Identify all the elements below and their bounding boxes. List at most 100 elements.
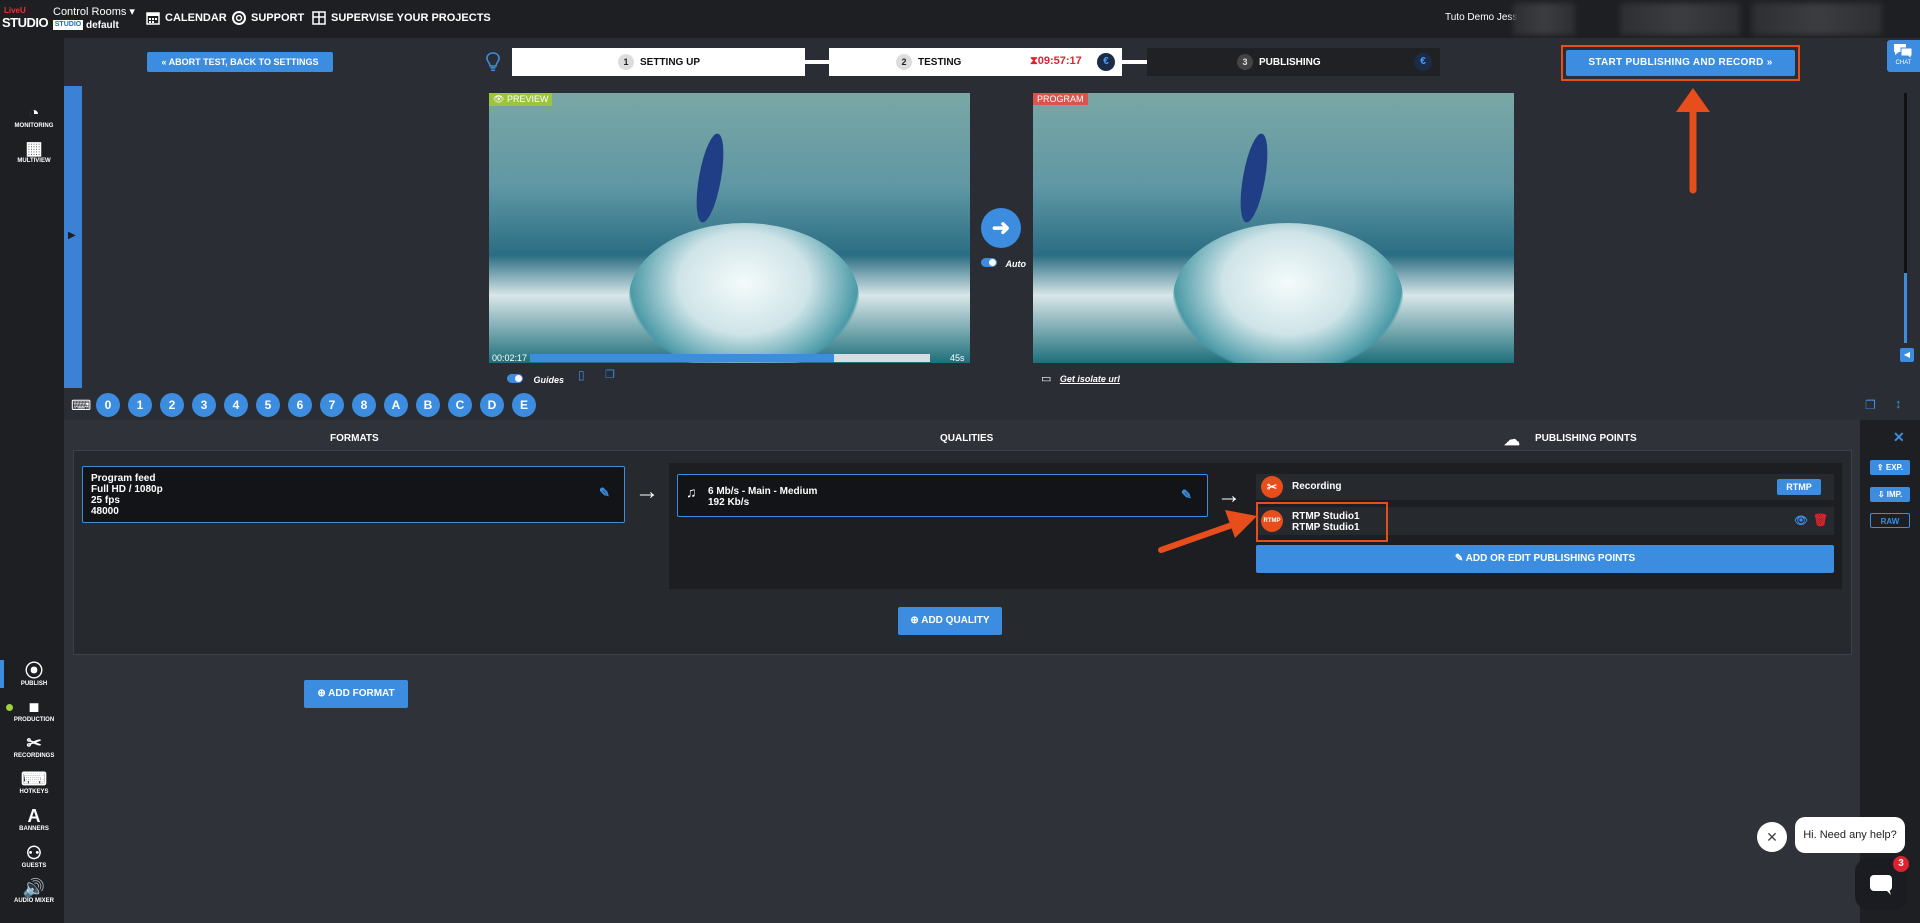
hotkey-button[interactable]: 6 bbox=[288, 393, 312, 417]
toggle-switch[interactable] bbox=[507, 374, 523, 384]
annotation-arrow-up bbox=[1676, 88, 1710, 194]
arrow-right-icon: → bbox=[635, 478, 659, 505]
sidebar-item-recordings[interactable]: ✂ RECORDINGS bbox=[8, 733, 60, 759]
sidebar-item-guests[interactable]: ⚇ GUESTS bbox=[8, 843, 60, 869]
hotkey-button[interactable]: E bbox=[512, 393, 536, 417]
euro-icon[interactable]: € bbox=[1097, 53, 1115, 71]
hotkey-button[interactable]: 2 bbox=[160, 393, 184, 417]
nav-supervise[interactable]: SUPERVISE YOUR PROJECTS bbox=[312, 11, 491, 25]
edit-pencil-icon[interactable]: ✎ bbox=[1181, 488, 1192, 501]
format-card[interactable]: Program feed Full HD / 1080p 25 fps 4800… bbox=[82, 466, 625, 523]
hotkey-button[interactable]: 3 bbox=[192, 393, 216, 417]
preview-video[interactable]: 👁 PREVIEW bbox=[489, 93, 970, 363]
program-tag: PROGRAM bbox=[1033, 93, 1088, 105]
step-connector bbox=[1122, 60, 1147, 64]
format-audio-rate: 48000 bbox=[91, 506, 119, 517]
toggle-switch[interactable] bbox=[981, 258, 997, 268]
hotkey-button[interactable]: 8 bbox=[352, 393, 376, 417]
copy-icon[interactable]: ❐ bbox=[605, 368, 615, 381]
test-timer: ⧗09:57:17 bbox=[1030, 55, 1082, 67]
chat-side-label: CHAT bbox=[1895, 60, 1912, 66]
hotkey-button[interactable]: 0 bbox=[96, 393, 120, 417]
add-edit-publishing-points-button[interactable]: ✎ ADD OR EDIT PUBLISHING POINTS bbox=[1256, 545, 1834, 573]
blurred-area bbox=[1620, 3, 1740, 35]
sidebar-label: MONITORING bbox=[14, 123, 54, 129]
sidebar-item-audio-mixer[interactable]: 🔊 AUDIO MIXER bbox=[8, 878, 60, 904]
sidebar-label: GUESTS bbox=[21, 863, 47, 869]
guides-toggle[interactable]: Guides bbox=[507, 370, 564, 388]
add-format-button[interactable]: ⊕ ADD FORMAT bbox=[304, 680, 408, 708]
sidebar-label: AUDIO MIXER bbox=[13, 898, 54, 904]
step-publishing[interactable]: 3 PUBLISHING bbox=[1147, 48, 1440, 76]
chat-icon bbox=[1894, 44, 1913, 60]
preview-progress[interactable]: 00:02:17 45s bbox=[490, 352, 970, 363]
keyboard-icon[interactable]: ⌨ bbox=[71, 397, 91, 414]
hotkey-button[interactable]: C bbox=[448, 393, 472, 417]
grid-layout-icon bbox=[312, 11, 326, 25]
hotkey-button[interactable]: D bbox=[480, 393, 504, 417]
transition-arrow-button[interactable]: ➜ bbox=[981, 208, 1021, 248]
preview-time-start: 00:02:17 bbox=[492, 353, 528, 363]
sidebar-item-production[interactable]: ■ PRODUCTION bbox=[8, 697, 60, 723]
video-frame-surfer bbox=[691, 131, 729, 225]
sidebar-item-hotkeys[interactable]: ⌨ HOTKEYS bbox=[8, 769, 60, 795]
export-button[interactable]: ⇪ EXP. bbox=[1870, 460, 1910, 475]
progress-track[interactable] bbox=[530, 354, 930, 362]
cloud-upload-icon: ☁ bbox=[1504, 432, 1520, 449]
program-video[interactable]: PROGRAM bbox=[1033, 93, 1514, 363]
import-button[interactable]: ⇩ IMP. bbox=[1870, 487, 1910, 502]
calendar-icon bbox=[146, 12, 160, 25]
hotkey-button[interactable]: A bbox=[384, 393, 408, 417]
room-name-label: default bbox=[86, 20, 119, 31]
hotkey-button[interactable]: B bbox=[416, 393, 440, 417]
auto-toggle[interactable]: Auto bbox=[981, 254, 1026, 272]
nav-supervise-label: SUPERVISE YOUR PROJECTS bbox=[331, 12, 491, 24]
add-quality-button[interactable]: ⊕ ADD QUALITY bbox=[898, 607, 1002, 635]
formats-title: FORMATS bbox=[330, 433, 379, 444]
close-icon[interactable]: ✕ bbox=[1893, 429, 1905, 446]
app-logo[interactable]: LiveU STUDIO bbox=[2, 6, 49, 32]
publishing-point-recording[interactable]: ✂ Recording RTMP bbox=[1256, 474, 1834, 500]
close-chat-prompt-icon[interactable]: ✕ bbox=[1757, 822, 1787, 852]
hotkey-button[interactable]: 5 bbox=[256, 393, 280, 417]
start-publishing-record-button[interactable]: START PUBLISHING AND RECORD » bbox=[1566, 50, 1795, 76]
step-2-number: 2 bbox=[896, 54, 912, 70]
hotkey-button[interactable]: 1 bbox=[128, 393, 152, 417]
nav-support[interactable]: SUPPORT bbox=[232, 11, 304, 25]
start-button-label: START PUBLISHING AND RECORD bbox=[1588, 57, 1764, 68]
sidebar-item-multiview[interactable]: ▦ MULTIVIEW bbox=[8, 138, 60, 164]
resize-vertical-icon[interactable]: ↕ bbox=[1895, 396, 1902, 411]
nav-calendar[interactable]: CALENDAR bbox=[146, 11, 227, 25]
expand-arrow-icon[interactable]: ▶ bbox=[68, 230, 76, 241]
raw-button[interactable]: RAW bbox=[1870, 513, 1910, 528]
nav-calendar-label: CALENDAR bbox=[165, 12, 227, 24]
hotkey-button[interactable]: 7 bbox=[320, 393, 344, 417]
sidebar-item-publish[interactable]: ⦿ PUBLISH bbox=[8, 661, 60, 687]
sidebar-item-banners[interactable]: A BANNERS bbox=[8, 806, 60, 832]
help-bubble[interactable]: Hi. Need any help? bbox=[1795, 817, 1905, 853]
edit-pencil-icon[interactable]: ✎ bbox=[599, 486, 610, 499]
speaker-icon: 🔊 bbox=[22, 878, 46, 898]
quality-card[interactable]: ♫ 6 Mb/s - Main - Medium 192 Kb/s ✎ bbox=[677, 474, 1208, 517]
isolate-url-label: Get isolate url bbox=[1059, 374, 1120, 384]
lightbulb-icon[interactable] bbox=[485, 52, 501, 72]
control-rooms-dropdown[interactable]: Control Rooms ▾ bbox=[53, 5, 135, 18]
mobile-icon[interactable]: ▯ bbox=[578, 368, 585, 382]
guides-label: Guides bbox=[533, 375, 564, 385]
volume-icon[interactable]: ◀ bbox=[1900, 348, 1914, 362]
sidebar-label: BANNERS bbox=[19, 826, 49, 832]
isolate-url-link[interactable]: ▭ Get isolate url bbox=[1041, 369, 1120, 387]
hotkey-button[interactable]: 4 bbox=[224, 393, 248, 417]
step-1-label: SETTING UP bbox=[640, 56, 701, 68]
sidebar-item-monitoring[interactable]: ◔ MONITORING bbox=[8, 103, 60, 129]
layers-icon[interactable]: ❐ bbox=[1865, 398, 1876, 412]
abort-test-button[interactable]: « ABORT TEST, BACK TO SETTINGS bbox=[147, 52, 333, 72]
euro-icon[interactable]: € bbox=[1414, 53, 1432, 71]
video-frame-wave bbox=[1173, 223, 1403, 363]
logo-bottom-text: STUDIO bbox=[2, 15, 49, 30]
eye-icon[interactable]: 👁 bbox=[1794, 514, 1808, 527]
trash-icon[interactable]: 🗑 bbox=[1813, 513, 1828, 527]
sidebar-label: HOTKEYS bbox=[19, 789, 49, 795]
blurred-area bbox=[1513, 3, 1575, 35]
step-setting-up[interactable]: 1 SETTING UP bbox=[512, 48, 805, 76]
